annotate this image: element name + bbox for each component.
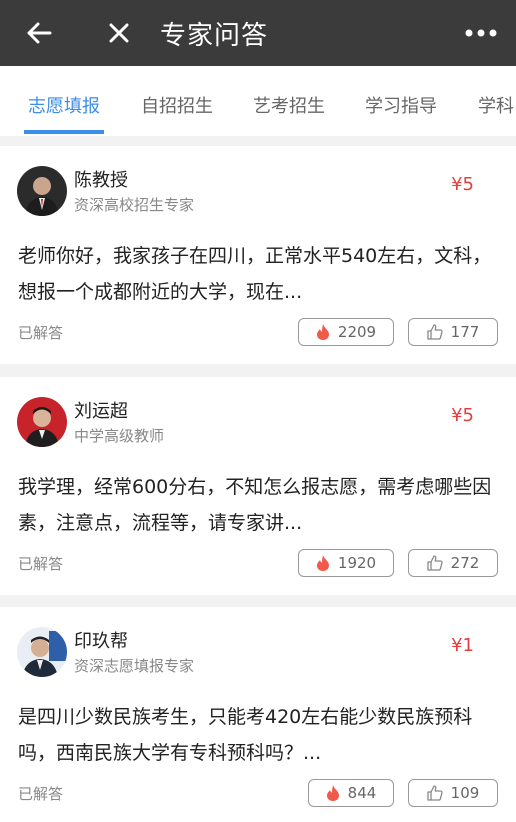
answer-status: 已解答 [18, 324, 64, 342]
price-label: ¥5 [451, 405, 474, 426]
avatar [17, 627, 67, 677]
arrow-left-icon [27, 22, 52, 44]
like-button[interactable]: 177 [408, 318, 498, 346]
expert-title: 资深志愿填报专家 [74, 657, 195, 675]
like-count: 272 [450, 554, 480, 572]
question-text: 老师你好，我家孩子在四川，正常水平540左右，文科，想报一个成都附近的大学，现在… [18, 245, 492, 303]
top-bar: 专家问答 [0, 0, 516, 66]
more-dots-icon [465, 29, 497, 37]
tab-zizhao[interactable]: 自招招生 [141, 92, 213, 118]
close-icon [109, 23, 129, 43]
hot-count: 844 [347, 784, 377, 802]
answer-status: 已解答 [18, 555, 64, 573]
expert-name: 刘运超 [74, 401, 128, 422]
hot-count: 1920 [337, 554, 377, 572]
flame-icon [316, 555, 329, 571]
expert-title: 中学高级教师 [74, 427, 165, 445]
answer-status: 已解答 [18, 785, 64, 803]
hot-count-button[interactable]: 1920 [298, 549, 394, 577]
avatar [17, 166, 67, 216]
expert-name: 印玖帮 [74, 631, 128, 652]
flame-icon [326, 785, 339, 801]
category-tabs: 志愿填报 自招招生 艺考招生 学习指导 学科 [0, 66, 516, 136]
close-button[interactable] [102, 18, 136, 48]
like-count: 109 [450, 784, 480, 802]
price-label: ¥1 [451, 635, 474, 656]
more-button[interactable] [464, 18, 498, 48]
question-text: 我学理，经常600分右，不知怎么报志愿，需考虑哪些因素，注意点，流程等，请专家讲… [18, 476, 492, 534]
avatar [17, 397, 67, 447]
question-card[interactable]: 刘运超 中学高级教师 ¥5 我学理，经常600分右，不知怎么报志愿，需考虑哪些因… [0, 377, 516, 595]
question-card[interactable]: 陈教授 资深高校招生专家 ¥5 老师你好，我家孩子在四川，正常水平540左右，文… [0, 146, 516, 364]
tab-xuexi[interactable]: 学习指导 [365, 92, 437, 118]
like-button[interactable]: 272 [408, 549, 498, 577]
hot-count-button[interactable]: 844 [308, 779, 394, 807]
expert-title: 资深高校招生专家 [74, 196, 195, 214]
tab-xueke[interactable]: 学科 [478, 92, 514, 118]
thumbs-up-icon [427, 555, 443, 571]
flame-icon [316, 324, 329, 340]
like-count: 177 [450, 323, 480, 341]
back-button[interactable] [22, 18, 56, 48]
price-label: ¥5 [451, 174, 474, 195]
thumbs-up-icon [427, 324, 443, 340]
hot-count: 2209 [337, 323, 377, 341]
tab-zhiyuan[interactable]: 志愿填报 [28, 92, 100, 118]
page-title: 专家问答 [160, 21, 269, 51]
expert-name: 陈教授 [74, 170, 128, 191]
thumbs-up-icon [427, 785, 443, 801]
tab-yikao[interactable]: 艺考招生 [253, 92, 325, 118]
question-card[interactable]: 印玖帮 资深志愿填报专家 ¥1 是四川少数民族考生，只能考420左右能少数民族预… [0, 607, 516, 822]
active-tab-indicator [24, 130, 104, 134]
hot-count-button[interactable]: 2209 [298, 318, 394, 346]
like-button[interactable]: 109 [408, 779, 498, 807]
question-text: 是四川少数民族考生，只能考420左右能少数民族预科吗，西南民族大学有专科预科吗？… [18, 706, 473, 764]
